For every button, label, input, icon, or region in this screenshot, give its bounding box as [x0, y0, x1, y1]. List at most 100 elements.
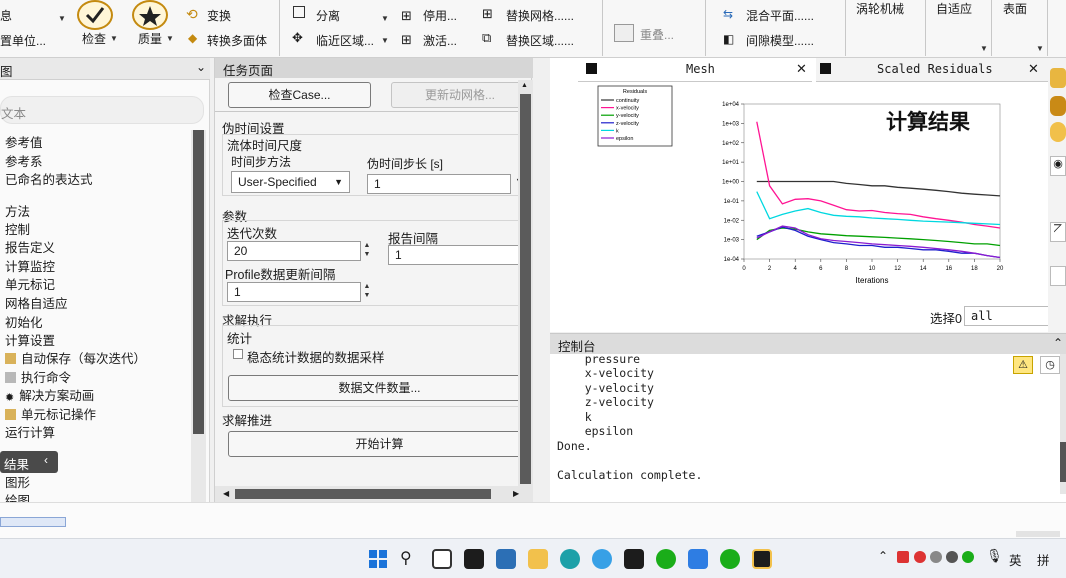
calculate-button[interactable]: 开始计算 — [228, 431, 531, 457]
chevron-down-icon[interactable]: ▼ — [980, 44, 988, 53]
workbench-icon[interactable] — [464, 549, 484, 569]
mixing-plane-button[interactable]: 混合平面...... — [746, 7, 814, 24]
chevron-down-icon[interactable]: ▼ — [334, 172, 343, 192]
cloud-icon[interactable] — [930, 551, 942, 563]
app-tray-icon[interactable] — [914, 551, 926, 563]
tree-scrollbar[interactable] — [191, 130, 206, 502]
disable-button[interactable]: 停用... — [423, 7, 457, 24]
tree-item-calculation-activities[interactable]: 计算设置 — [5, 330, 55, 349]
wechat-icon[interactable] — [720, 549, 740, 569]
chevron-up-icon[interactable]: ⌃ — [1053, 336, 1063, 350]
microphone-icon[interactable]: 🎙 — [986, 548, 1003, 564]
chevron-down-icon[interactable]: ▼ — [166, 34, 174, 43]
quality-icon[interactable] — [132, 0, 168, 30]
search-icon[interactable]: ⚲ — [400, 549, 420, 569]
layout-icon[interactable] — [1050, 266, 1066, 286]
tree-item-run-calculation[interactable]: 运行计算 — [5, 422, 55, 441]
tab-mesh[interactable]: Mesh ✕ — [578, 58, 812, 82]
profile-interval-stepper[interactable]: ▲ ▼ — [362, 282, 372, 302]
console-scrollbar[interactable] — [1060, 354, 1066, 494]
activate-button[interactable]: 激活... — [423, 32, 457, 49]
iterations-input[interactable]: 20 — [227, 241, 361, 261]
chevron-up-icon[interactable]: ⌃ — [878, 549, 888, 563]
chevron-down-icon[interactable]: ▼ — [110, 34, 118, 43]
task-scrollbar-thumb[interactable] — [520, 94, 531, 484]
task-h-scrollbar[interactable]: ◀ ▶ — [215, 486, 533, 502]
fluent-app-icon[interactable] — [752, 549, 772, 569]
check-icon[interactable] — [77, 0, 113, 30]
tree-scrollbar-thumb[interactable] — [193, 130, 204, 434]
convert-polyhedra-button[interactable]: 转换多面体 — [207, 32, 267, 49]
chat-icon[interactable] — [656, 549, 676, 569]
chevron-down-icon[interactable]: ▼ — [381, 36, 389, 45]
material-icon[interactable] — [1050, 96, 1066, 116]
edge-icon[interactable] — [560, 549, 580, 569]
tree-item-results[interactable]: 结果 — [4, 454, 29, 473]
units-button[interactable]: 置单位... — [0, 32, 46, 49]
transform-button[interactable]: 变换 — [207, 7, 231, 24]
tree-item-reference-frames[interactable]: 参考系 — [5, 151, 43, 170]
tree-item-execute-commands[interactable]: 执行命令 — [5, 367, 71, 386]
scroll-left-icon[interactable]: ◀ — [223, 489, 229, 498]
tree-item-mesh-adaption[interactable]: 网格自适应 — [5, 293, 68, 312]
store-icon[interactable] — [496, 549, 516, 569]
tree-item-methods[interactable]: 方法 — [5, 201, 30, 220]
task-h-scrollbar-thumb[interactable] — [235, 489, 491, 499]
scroll-up-icon[interactable]: ▲ — [521, 82, 528, 89]
tab-scaled-residuals[interactable]: Scaled Residuals ✕ — [816, 58, 1066, 82]
tree-item-initialization[interactable]: 初始化 — [5, 312, 43, 331]
app-tray-icon[interactable] — [946, 551, 958, 563]
browser-icon[interactable] — [592, 549, 612, 569]
chevron-down-icon[interactable]: ⌄ — [196, 60, 206, 74]
splitter[interactable] — [533, 58, 550, 502]
chevron-down-icon[interactable]: ▼ — [381, 14, 389, 23]
tree-search-input[interactable]: 文本 — [0, 96, 204, 124]
tree-item-graphics[interactable]: 图形 — [5, 472, 30, 491]
tree-item-report-definitions[interactable]: 报告定义 — [5, 237, 55, 256]
tree-item-named-expressions[interactable]: 已命名的表达式 — [5, 169, 93, 188]
report-interval-input[interactable]: 1 — [388, 245, 522, 265]
close-icon[interactable]: ✕ — [1028, 61, 1039, 77]
tree-item-cell-registers[interactable]: 单元标记 — [5, 274, 55, 293]
overlap-button[interactable]: 重叠... — [640, 26, 674, 43]
profile-update-interval-input[interactable]: 1 — [227, 282, 361, 302]
meeting-icon[interactable] — [688, 549, 708, 569]
pseudo-time-step-input[interactable]: 1 — [367, 174, 511, 194]
warning-icon[interactable]: ⚠ — [1013, 356, 1033, 374]
plot-icon[interactable]: ⦢ — [1050, 222, 1066, 242]
app-tray-icon[interactable] — [897, 551, 909, 563]
lighting-icon[interactable] — [1050, 68, 1066, 88]
console-scrollbar-thumb[interactable] — [1060, 442, 1066, 482]
separate-button[interactable]: 分离 — [316, 7, 340, 24]
check-case-button[interactable]: 检查Case... — [228, 82, 371, 108]
ime-language[interactable]: 英 — [1009, 550, 1022, 569]
tree-item-controls[interactable]: 控制 — [5, 219, 30, 238]
close-icon[interactable]: ✕ — [796, 61, 807, 77]
workbench-icon[interactable] — [624, 549, 644, 569]
wechat-tray-icon[interactable] — [962, 551, 974, 563]
check-button[interactable]: 检查 — [82, 30, 106, 47]
gap-model-button[interactable]: 间隙模型...... — [746, 32, 814, 49]
tree-item-solution-animations[interactable]: ✹ 解决方案动画 — [5, 385, 94, 404]
scroll-right-icon[interactable]: ▶ — [513, 489, 519, 498]
tree-item-reference-values[interactable]: 参考值 — [5, 132, 43, 151]
eye-icon[interactable]: ◉ — [1050, 156, 1066, 176]
clock-icon[interactable]: ◷ — [1040, 356, 1060, 374]
replace-zone-button[interactable]: 替换区域...... — [506, 32, 574, 49]
shading-icon[interactable] — [1050, 122, 1066, 142]
tree-item-autosave[interactable]: 自动保存（每次迭代） — [5, 348, 146, 367]
steady-stats-checkbox[interactable] — [233, 349, 243, 359]
chevron-left-icon[interactable]: ‹ — [44, 453, 48, 467]
chevron-down-icon[interactable]: ▼ — [1036, 44, 1044, 53]
quality-button[interactable]: 质量 — [138, 30, 162, 47]
tree-item-monitors[interactable]: 计算监控 — [5, 256, 55, 275]
tree-item-cell-register-operations[interactable]: 单元标记操作 — [5, 404, 96, 423]
folder-icon[interactable] — [528, 549, 548, 569]
chevron-down-icon[interactable]: ▼ — [58, 14, 66, 23]
iterations-stepper[interactable]: ▲ ▼ — [362, 241, 372, 261]
data-file-quantities-button[interactable]: 数据文件数量... — [228, 375, 531, 401]
replace-mesh-button[interactable]: 替换网格...... — [506, 7, 574, 24]
info-label[interactable]: 息 — [0, 7, 12, 24]
time-step-method-select[interactable]: User-Specified ▼ — [231, 171, 350, 193]
update-dynamic-mesh-button[interactable]: 更新动网格... — [391, 82, 529, 108]
